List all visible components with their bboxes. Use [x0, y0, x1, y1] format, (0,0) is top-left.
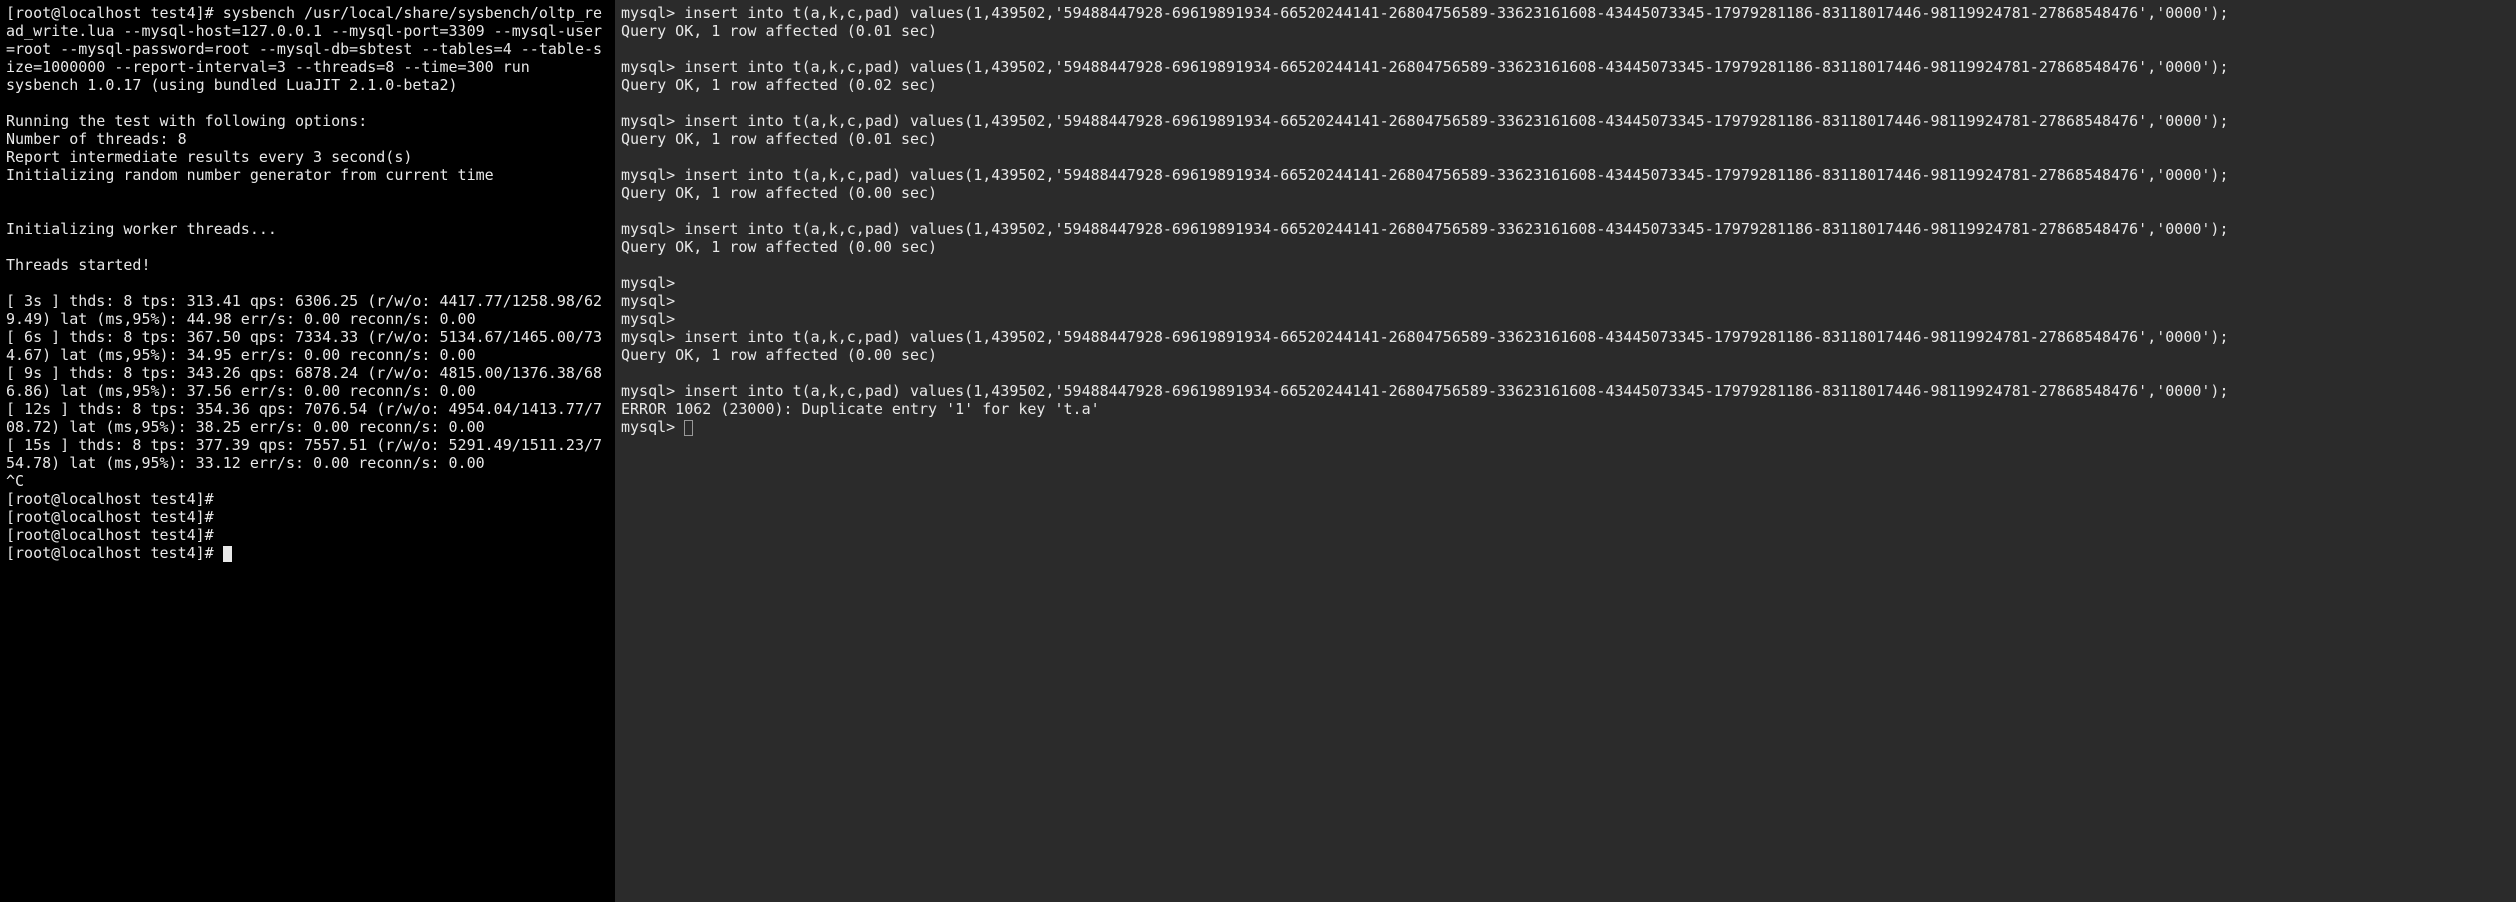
mysql-ok-1: Query OK, 1 row affected (0.01 sec)	[621, 22, 937, 40]
cursor-icon	[223, 546, 232, 562]
mysql-prompt: mysql>	[621, 292, 675, 310]
mysql-insert-6: mysql> insert into t(a,k,c,pad) values(1…	[621, 328, 2228, 346]
mysql-insert-3: mysql> insert into t(a,k,c,pad) values(1…	[621, 112, 2228, 130]
options-threads: Number of threads: 8	[6, 130, 187, 148]
options-header: Running the test with following options:	[6, 112, 367, 130]
left-terminal-pane[interactable]: [root@localhost test4]# sysbench /usr/lo…	[0, 0, 615, 902]
mysql-insert-1: mysql> insert into t(a,k,c,pad) values(1…	[621, 4, 2228, 22]
options-rng: Initializing random number generator fro…	[6, 166, 494, 184]
mysql-prompt: mysql>	[621, 310, 675, 328]
report-line-3: [ 9s ] thds: 8 tps: 343.26 qps: 6878.24 …	[6, 364, 602, 400]
options-report: Report intermediate results every 3 seco…	[6, 148, 412, 166]
threads-started: Threads started!	[6, 256, 151, 274]
mysql-ok-2: Query OK, 1 row affected (0.02 sec)	[621, 76, 937, 94]
mysql-ok-5: Query OK, 1 row affected (0.00 sec)	[621, 238, 937, 256]
ctrl-c: ^C	[6, 472, 24, 490]
shell-prompt: [root@localhost test4]#	[6, 526, 214, 544]
init-workers: Initializing worker threads...	[6, 220, 277, 238]
mysql-ok-3: Query OK, 1 row affected (0.01 sec)	[621, 130, 937, 148]
sysbench-banner: sysbench 1.0.17 (using bundled LuaJIT 2.…	[6, 76, 458, 94]
mysql-error: ERROR 1062 (23000): Duplicate entry '1' …	[621, 400, 1100, 418]
mysql-ok-4: Query OK, 1 row affected (0.00 sec)	[621, 184, 937, 202]
mysql-insert-2: mysql> insert into t(a,k,c,pad) values(1…	[621, 58, 2228, 76]
mysql-prompt: mysql>	[621, 274, 675, 292]
mysql-prompt: mysql>	[621, 418, 684, 436]
mysql-insert-4: mysql> insert into t(a,k,c,pad) values(1…	[621, 166, 2228, 184]
cursor-outline-icon	[684, 420, 693, 436]
shell-prompt: [root@localhost test4]#	[6, 544, 223, 562]
shell-prompt: [root@localhost test4]#	[6, 490, 214, 508]
mysql-insert-7: mysql> insert into t(a,k,c,pad) values(1…	[621, 382, 2228, 400]
report-line-4: [ 12s ] thds: 8 tps: 354.36 qps: 7076.54…	[6, 400, 602, 436]
mysql-ok-6: Query OK, 1 row affected (0.00 sec)	[621, 346, 937, 364]
shell-command: [root@localhost test4]# sysbench /usr/lo…	[6, 4, 602, 76]
report-line-1: [ 3s ] thds: 8 tps: 313.41 qps: 6306.25 …	[6, 292, 602, 328]
report-line-2: [ 6s ] thds: 8 tps: 367.50 qps: 7334.33 …	[6, 328, 602, 364]
right-terminal-pane[interactable]: mysql> insert into t(a,k,c,pad) values(1…	[615, 0, 2516, 902]
report-line-5: [ 15s ] thds: 8 tps: 377.39 qps: 7557.51…	[6, 436, 602, 472]
shell-prompt: [root@localhost test4]#	[6, 508, 214, 526]
mysql-insert-5: mysql> insert into t(a,k,c,pad) values(1…	[621, 220, 2228, 238]
